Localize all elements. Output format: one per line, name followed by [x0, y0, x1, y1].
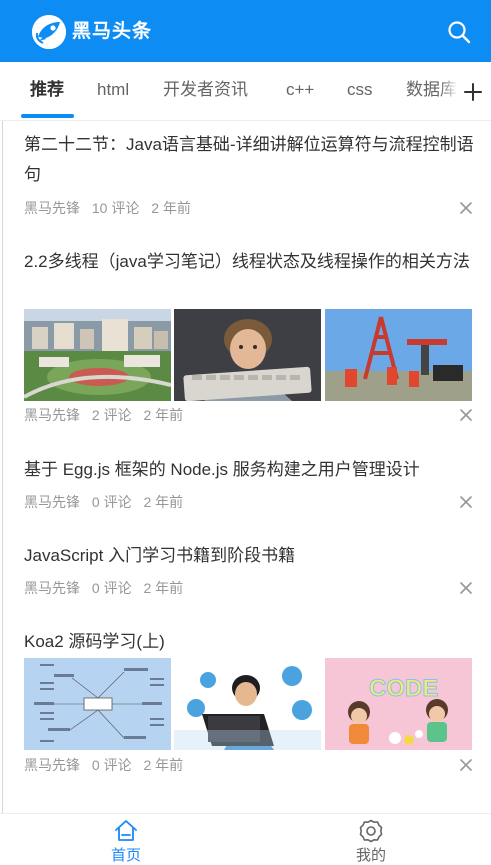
tabbar-item-mine[interactable]: 我的: [311, 814, 431, 865]
close-icon[interactable]: [458, 757, 474, 773]
article-images: [24, 309, 472, 401]
article-comments: 0 评论: [91, 580, 132, 596]
tab-cpp[interactable]: c++: [286, 78, 314, 102]
svg-text:CODE: CODE: [369, 675, 438, 702]
tabbar-item-home[interactable]: 首页: [66, 814, 186, 865]
article-meta: 黑马先锋 10 评论 2 年前: [24, 198, 199, 218]
active-tab-indicator: [21, 114, 74, 118]
mind-map-image[interactable]: [24, 658, 171, 750]
article-author: 黑马先锋: [24, 494, 80, 510]
kids-code-illustration[interactable]: CODE: [325, 658, 472, 750]
article-item[interactable]: 基于 Egg.js 框架的 Node.js 服务构建之用户管理设计 黑马先锋 0…: [24, 455, 474, 517]
article-title[interactable]: JavaScript 入门学习书籍到阶段书籍: [24, 541, 474, 571]
oil-drilling-rig-photo[interactable]: [325, 309, 472, 401]
article-meta: 黑马先锋 0 评论 2 年前: [24, 492, 191, 512]
article-meta: 黑马先锋 0 评论 2 年前: [24, 755, 191, 775]
bottom-tabbar: 首页 我的: [0, 813, 491, 865]
article-item[interactable]: 2.2多线程（java学习笔记）线程状态及线程操作的相关方法 黑马先锋 2 评论…: [24, 247, 474, 432]
tab-recommend[interactable]: 推荐: [30, 78, 64, 102]
article-images: CODE: [24, 658, 472, 750]
article-title[interactable]: 基于 Egg.js 框架的 Node.js 服务构建之用户管理设计: [24, 455, 474, 485]
page-left-border: [2, 121, 3, 821]
boy-at-keyboard-photo[interactable]: [174, 309, 321, 401]
article-item[interactable]: JavaScript 入门学习书籍到阶段书籍 黑马先锋 0 评论 2 年前: [24, 541, 474, 603]
tab-css[interactable]: css: [347, 78, 373, 102]
close-icon[interactable]: [458, 407, 474, 423]
close-icon[interactable]: [458, 580, 474, 596]
rocket-logo-icon: [32, 15, 66, 49]
article-comments: 10 评论: [91, 200, 140, 216]
article-comments: 0 评论: [91, 494, 132, 510]
article-author: 黑马先锋: [24, 407, 80, 423]
close-icon[interactable]: [458, 200, 474, 216]
article-item[interactable]: 第二十二节：Java语言基础-详细讲解位运算符与流程控制语句 黑马先锋 10 评…: [24, 130, 474, 225]
close-icon[interactable]: [458, 494, 474, 510]
article-time: 2 年前: [143, 757, 184, 773]
article-author: 黑马先锋: [24, 200, 80, 216]
article-author: 黑马先锋: [24, 757, 80, 773]
tabbar-label-home: 首页: [110, 847, 141, 864]
app-header: 黑马头条: [0, 0, 491, 62]
tab-developer-news[interactable]: 开发者资讯: [163, 78, 248, 102]
search-icon[interactable]: [446, 19, 472, 45]
article-title[interactable]: Koa2 源码学习(上): [24, 627, 474, 657]
tabbar-label-mine: 我的: [355, 847, 386, 864]
article-time: 2 年前: [143, 494, 184, 510]
article-time: 2 年前: [143, 407, 184, 423]
article-meta: 黑马先锋 2 评论 2 年前: [24, 405, 191, 425]
article-title[interactable]: 第二十二节：Java语言基础-详细讲解位运算符与流程控制语句: [24, 130, 474, 190]
app-title: 黑马头条: [72, 21, 153, 42]
article-item[interactable]: Koa2 源码学习(上) CODE 黑马先锋 0 评论 2 年前: [24, 627, 474, 779]
boy-with-laptop-image[interactable]: [174, 658, 321, 750]
article-time: 2 年前: [151, 200, 191, 216]
settings-icon: [358, 818, 384, 844]
article-comments: 2 评论: [91, 407, 132, 423]
article-comments: 0 评论: [91, 757, 132, 773]
article-meta: 黑马先锋 0 评论 2 年前: [24, 578, 191, 598]
article-author: 黑马先锋: [24, 580, 80, 596]
channel-tabs: 推荐 html 开发者资讯 c++ css 数据库: [0, 62, 491, 121]
article-time: 2 年前: [143, 580, 184, 596]
plus-icon[interactable]: [462, 81, 484, 103]
tab-html[interactable]: html: [97, 78, 129, 102]
home-icon: [113, 818, 139, 844]
campus-aerial-photo[interactable]: [24, 309, 171, 401]
article-title[interactable]: 2.2多线程（java学习笔记）线程状态及线程操作的相关方法: [24, 247, 474, 277]
